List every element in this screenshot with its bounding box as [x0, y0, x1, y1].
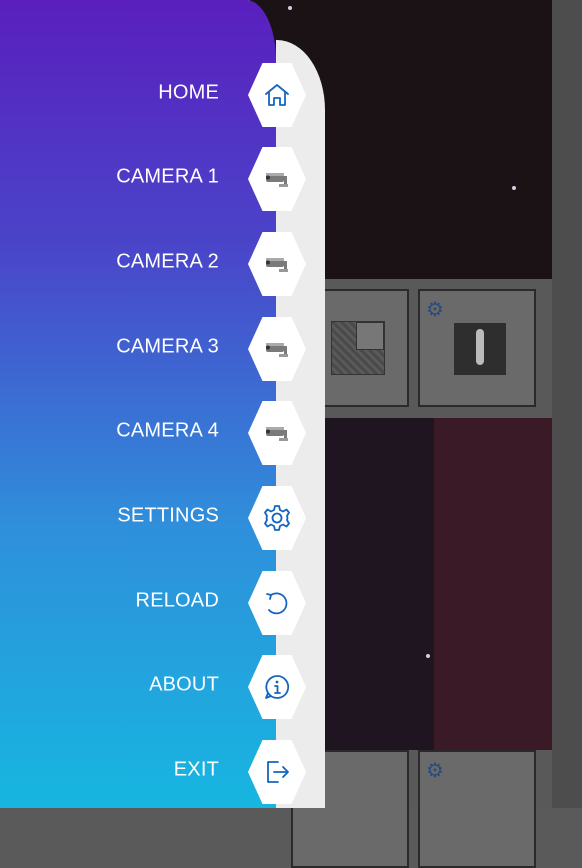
menu-item-settings[interactable]: SETTINGS — [0, 486, 306, 550]
security-camera-icon[interactable] — [248, 401, 306, 465]
menu-label: CAMERA 1 — [116, 165, 219, 188]
menu-item-home[interactable]: HOME — [0, 63, 306, 127]
home-icon[interactable] — [248, 63, 306, 127]
menu-label: CAMERA 2 — [116, 250, 219, 273]
menu-item-camera-3[interactable]: CAMERA 3 — [0, 317, 306, 381]
menu-item-camera-1[interactable]: CAMERA 1 — [0, 147, 306, 211]
scroll-edge — [552, 0, 582, 808]
exit-icon[interactable] — [248, 740, 306, 804]
security-camera-icon[interactable] — [248, 147, 306, 211]
thumbnail-photo — [454, 323, 506, 375]
menu-label: CAMERA 4 — [116, 419, 219, 442]
camera-thumbnail[interactable]: ⚙ — [418, 750, 536, 868]
gear-icon[interactable]: ⚙ — [426, 758, 444, 783]
menu-label: RELOAD — [135, 589, 219, 612]
feed-light-band — [434, 418, 552, 750]
placeholder-image — [331, 321, 385, 375]
gear-icon[interactable] — [248, 486, 306, 550]
feed-noise — [512, 186, 516, 190]
menu-label: EXIT — [173, 758, 219, 781]
feed-noise — [426, 654, 430, 658]
security-camera-icon[interactable] — [248, 232, 306, 296]
menu-label: SETTINGS — [117, 504, 219, 527]
reload-icon[interactable] — [248, 571, 306, 635]
menu-item-camera-2[interactable]: CAMERA 2 — [0, 232, 306, 296]
camera-thumbnail[interactable]: ⚙ — [418, 289, 536, 407]
menu-item-exit[interactable]: EXIT — [0, 740, 306, 804]
menu-label: CAMERA 3 — [116, 335, 219, 358]
security-camera-icon[interactable] — [248, 317, 306, 381]
menu-label: HOME — [158, 81, 219, 104]
menu-item-reload[interactable]: RELOAD — [0, 571, 306, 635]
menu-item-camera-4[interactable]: CAMERA 4 — [0, 401, 306, 465]
menu-item-about[interactable]: ABOUT — [0, 655, 306, 719]
info-icon[interactable] — [248, 655, 306, 719]
menu-label: ABOUT — [149, 673, 219, 696]
gear-icon[interactable]: ⚙ — [426, 297, 444, 322]
navigation-drawer: HOME CAMERA 1 CAMERA 2 CAMERA 3 CAMERA 4… — [0, 0, 325, 808]
